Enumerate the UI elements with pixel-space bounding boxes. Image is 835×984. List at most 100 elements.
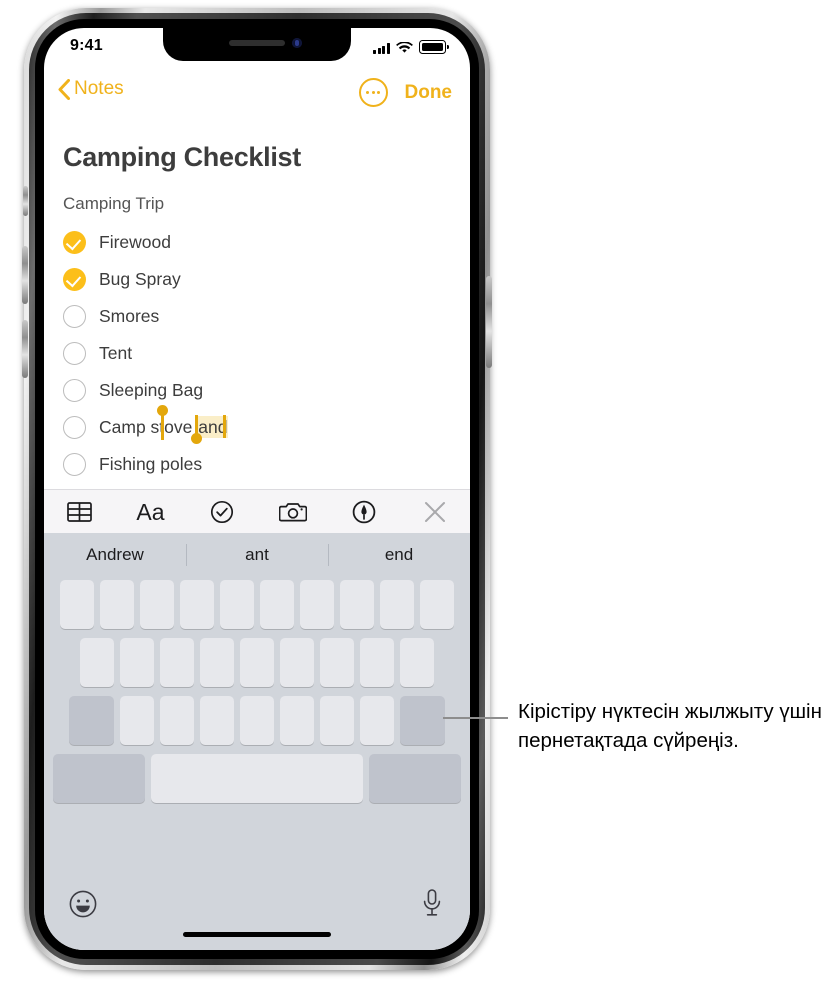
- keyboard-key[interactable]: [340, 580, 374, 629]
- text-before-selection: Camp stove: [99, 417, 198, 437]
- keyboard-key[interactable]: [300, 580, 334, 629]
- checkbox-unchecked-icon[interactable]: [63, 379, 86, 402]
- checklist: Firewood Bug Spray Smores Tent Sleeping …: [63, 224, 460, 483]
- checkbox-unchecked-icon[interactable]: [63, 416, 86, 439]
- keyboard-key[interactable]: [200, 638, 234, 687]
- table-icon[interactable]: [44, 502, 115, 522]
- note-subtitle: Camping Trip: [63, 194, 165, 213]
- keyboard-key[interactable]: [360, 638, 394, 687]
- volume-down-button[interactable]: [22, 320, 28, 378]
- keyboard-key[interactable]: [80, 638, 114, 687]
- status-time: 9:41: [70, 37, 103, 54]
- checklist-item-label: Camp stove and: [99, 405, 229, 444]
- volume-up-button[interactable]: [22, 246, 28, 304]
- keyboard-key[interactable]: [240, 638, 274, 687]
- chevron-left-icon: [58, 78, 70, 100]
- keyboard-key[interactable]: [220, 580, 254, 629]
- space-key[interactable]: [151, 754, 363, 803]
- checklist-item[interactable]: Firewood: [63, 224, 460, 261]
- microphone-icon[interactable]: [420, 888, 444, 923]
- checklist-item-selected[interactable]: Camp stove and: [63, 405, 460, 446]
- markup-pen-icon[interactable]: [328, 500, 399, 524]
- keyboard-row-4: [44, 754, 470, 803]
- back-to-notes-button[interactable]: Notes: [58, 78, 124, 100]
- keyboard-key[interactable]: [400, 638, 434, 687]
- prediction-candidate-1[interactable]: Andrew: [44, 545, 186, 565]
- checklist-item-label: Smores: [99, 306, 160, 326]
- keyboard: Andrew ant end: [44, 533, 470, 950]
- selection-start-handle-bar[interactable]: [161, 415, 164, 440]
- keyboard-key[interactable]: [60, 580, 94, 629]
- nav-right-actions: Done: [358, 78, 453, 107]
- keyboard-key[interactable]: [320, 638, 354, 687]
- return-key[interactable]: [369, 754, 461, 803]
- cellular-signal-icon: [373, 43, 390, 54]
- keyboard-key[interactable]: [200, 696, 234, 745]
- prediction-candidate-3[interactable]: end: [328, 545, 470, 565]
- keyboard-key[interactable]: [240, 696, 274, 745]
- keyboard-key[interactable]: [420, 580, 454, 629]
- page-title: Camping Checklist: [63, 142, 301, 172]
- checklist-item-label: Tent: [99, 343, 133, 363]
- notch: [163, 28, 351, 61]
- keyboard-key[interactable]: [380, 580, 414, 629]
- keyboard-key[interactable]: [280, 638, 314, 687]
- keyboard-key[interactable]: [160, 696, 194, 745]
- checklist-icon[interactable]: [186, 500, 257, 524]
- selected-text-region[interactable]: Camp stove and: [99, 405, 229, 444]
- keyboard-key[interactable]: [100, 580, 134, 629]
- prediction-candidate-2[interactable]: ant: [186, 545, 328, 565]
- text-format-icon[interactable]: Aa: [115, 499, 186, 526]
- iphone-device-frame: 9:41 Notes Done Camping Checklist Campin…: [22, 8, 492, 970]
- keyboard-key[interactable]: [360, 696, 394, 745]
- callout-text: Кірістіру нүктесін жылжыту үшін пернетақ…: [518, 700, 822, 753]
- status-indicators: [373, 40, 449, 54]
- battery-icon: [419, 40, 449, 54]
- keyboard-key[interactable]: [160, 638, 194, 687]
- keyboard-key[interactable]: [180, 580, 214, 629]
- checklist-item[interactable]: Fishing poles: [63, 446, 460, 483]
- keyboard-row-2: [44, 638, 470, 687]
- earpiece-speaker: [229, 40, 285, 46]
- format-toolbar: Aa: [44, 489, 470, 534]
- checkbox-unchecked-icon[interactable]: [63, 342, 86, 365]
- done-button[interactable]: Done: [405, 82, 453, 104]
- keyboard-key[interactable]: [280, 696, 314, 745]
- numbers-key[interactable]: [53, 754, 145, 803]
- home-indicator[interactable]: [183, 932, 331, 937]
- checklist-item-label: Sleeping Bag: [99, 380, 204, 400]
- mute-switch-button[interactable]: [23, 186, 28, 216]
- more-ellipsis-circle-icon[interactable]: [358, 78, 388, 107]
- selection-end-handle-dot[interactable]: [191, 433, 202, 444]
- delete-key[interactable]: [400, 696, 445, 745]
- wifi-icon: [396, 42, 413, 53]
- text-caret: [223, 415, 226, 438]
- keyboard-key[interactable]: [120, 696, 154, 745]
- camera-icon[interactable]: [257, 501, 328, 523]
- phone-screen: 9:41 Notes Done Camping Checklist Campin…: [44, 28, 470, 950]
- shift-key[interactable]: [69, 696, 114, 745]
- back-label: Notes: [74, 78, 124, 99]
- checklist-item[interactable]: Sleeping Bag: [63, 372, 460, 409]
- selection-start-handle-dot[interactable]: [157, 405, 168, 416]
- checkbox-unchecked-icon[interactable]: [63, 453, 86, 476]
- keyboard-key[interactable]: [320, 696, 354, 745]
- checkbox-checked-icon[interactable]: [63, 268, 86, 291]
- checklist-item-label: Firewood: [99, 232, 171, 252]
- checkbox-unchecked-icon[interactable]: [63, 305, 86, 328]
- close-icon[interactable]: [399, 501, 470, 523]
- checklist-item[interactable]: Bug Spray: [63, 261, 460, 298]
- prediction-divider: [185, 544, 187, 566]
- prediction-bar: Andrew ant end: [44, 533, 470, 577]
- checklist-item[interactable]: Tent: [63, 335, 460, 372]
- keyboard-key[interactable]: [260, 580, 294, 629]
- navigation-bar: Notes Done: [44, 76, 470, 114]
- power-button[interactable]: [486, 276, 492, 368]
- keyboard-bottom-bar: [44, 884, 470, 950]
- checklist-item[interactable]: Smores: [63, 298, 460, 335]
- checkbox-checked-icon[interactable]: [63, 231, 86, 254]
- emoji-smiley-icon[interactable]: [69, 890, 97, 923]
- keyboard-key[interactable]: [120, 638, 154, 687]
- keyboard-key[interactable]: [140, 580, 174, 629]
- checklist-item-label: Bug Spray: [99, 269, 181, 289]
